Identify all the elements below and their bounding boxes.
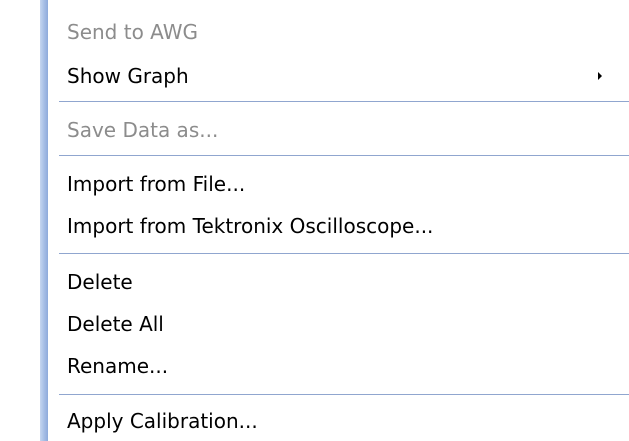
menu-item-import-from-tektronix[interactable]: Import from Tektronix Oscilloscope... xyxy=(48,208,629,244)
menu-item-label: Import from File... xyxy=(67,172,246,196)
menu-item-apply-calibration[interactable]: Apply Calibration... xyxy=(48,403,629,439)
chevron-right-icon xyxy=(598,72,602,80)
menu-item-label: Send to AWG xyxy=(67,20,199,44)
menu-item-show-graph[interactable]: Show Graph xyxy=(48,58,629,94)
menu-item-save-data-as[interactable]: Save Data as... xyxy=(48,112,629,148)
menu-side-strip xyxy=(0,0,48,441)
menu-item-label: Delete xyxy=(67,270,133,294)
menu-item-delete-all[interactable]: Delete All xyxy=(48,306,629,342)
menu-item-rename[interactable]: Rename... xyxy=(48,348,629,384)
menu-separator xyxy=(59,101,629,102)
context-menu: Send to AWG Show Graph Save Data as... I… xyxy=(0,0,629,441)
menu-item-label: Apply Calibration... xyxy=(67,409,258,433)
menu-separator xyxy=(59,155,629,156)
menu-item-label: Delete All xyxy=(67,312,164,336)
menu-separator xyxy=(59,253,629,254)
menu-item-label: Import from Tektronix Oscilloscope... xyxy=(67,214,434,238)
menu-item-import-from-file[interactable]: Import from File... xyxy=(48,166,629,202)
menu-item-label: Save Data as... xyxy=(67,118,219,142)
menu-separator xyxy=(59,394,629,395)
menu-item-label: Rename... xyxy=(67,354,169,378)
menu-item-send-to-awg[interactable]: Send to AWG xyxy=(48,14,629,50)
menu-item-label: Show Graph xyxy=(67,64,189,88)
menu-item-delete[interactable]: Delete xyxy=(48,264,629,300)
